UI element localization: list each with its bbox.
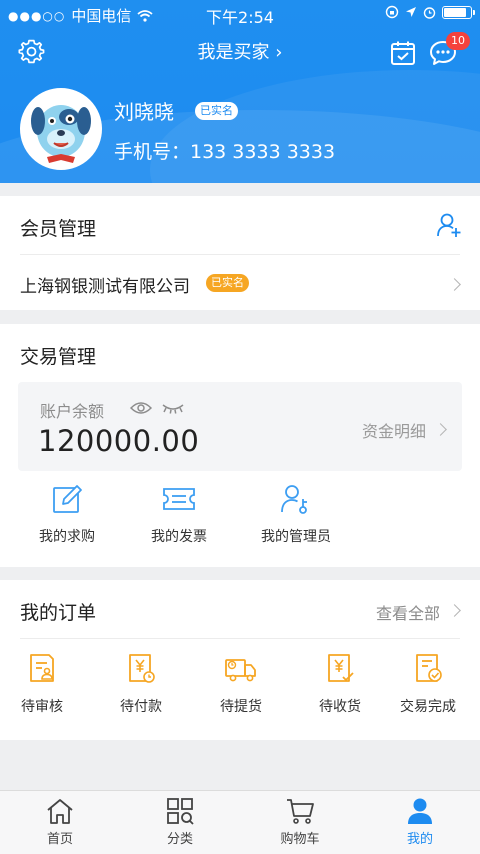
my-admin-button[interactable]: 我的管理员: [241, 482, 351, 546]
order-status-label: 交易完成: [400, 699, 456, 715]
alarm-icon: [423, 6, 436, 19]
tool-label: 我的管理员: [261, 529, 331, 545]
order-status-label: 待审核: [21, 699, 63, 715]
edit-icon: [53, 485, 82, 513]
tab-category[interactable]: 分类: [120, 797, 240, 847]
truck-icon: [225, 659, 256, 682]
yuan-doc-icon: [129, 654, 155, 683]
cart-icon: [287, 799, 314, 824]
rotation-lock-icon: [385, 5, 399, 19]
company-verified-badge: 已实名: [206, 274, 249, 292]
order-pending-pickup[interactable]: 待提货: [196, 652, 286, 716]
home-icon: [47, 799, 73, 824]
tool-label: 我的发票: [151, 529, 207, 545]
tab-cart[interactable]: 购物车: [240, 797, 360, 847]
avatar[interactable]: [20, 88, 102, 170]
verified-badge: 已实名: [195, 102, 238, 120]
eye-closed-icon[interactable]: [161, 403, 185, 415]
divider: [20, 254, 460, 255]
balance-label: 账户余额: [40, 402, 105, 421]
tab-label: 购物车: [280, 832, 320, 847]
order-completed[interactable]: 交易完成: [383, 652, 473, 716]
status-bar: ●●●○○ 中国电信 下午2:54: [0, 0, 480, 28]
balance-amount: 120000.00: [38, 424, 200, 458]
chevron-right-icon[interactable]: [448, 604, 461, 617]
complete-doc-icon: [416, 654, 442, 682]
calendar-check-icon[interactable]: [390, 40, 416, 66]
view-all-orders-link[interactable]: 查看全部: [376, 600, 440, 624]
user-name: 刘晓晓: [114, 100, 174, 124]
bottom-tab-bar: 首页 分类 购物车 我的: [0, 790, 480, 854]
trade-management-card: 交易管理 账户余额 120000.00 资金明细 我的求购 我的发票 我的管理员: [0, 324, 480, 567]
review-doc-icon: [30, 654, 54, 682]
order-status-label: 待提货: [220, 699, 262, 715]
header-wave-decoration: [150, 70, 480, 183]
order-pending-payment[interactable]: 待付款: [96, 652, 186, 716]
order-status-label: 待收货: [319, 699, 361, 715]
trade-section-title: 交易管理: [20, 346, 97, 368]
receive-doc-icon: [328, 654, 354, 682]
order-pending-receipt[interactable]: 待收货: [295, 652, 385, 716]
orders-section-title: 我的订单: [20, 602, 97, 624]
order-status-label: 待付款: [120, 699, 162, 715]
chevron-right-icon[interactable]: [448, 278, 461, 291]
ticket-icon: [163, 488, 195, 510]
tab-profile[interactable]: 我的: [360, 797, 480, 847]
member-management-card: 会员管理 上海钢银测试有限公司 已实名: [0, 196, 480, 310]
user-key-icon: [281, 485, 307, 514]
eye-icon[interactable]: [130, 401, 152, 415]
chevron-right-icon[interactable]: [434, 423, 447, 436]
fund-detail-link[interactable]: 资金明细: [362, 418, 426, 442]
top-nav: 我是买家 › 10: [0, 30, 480, 74]
my-orders-card: 我的订单 查看全部 待审核 待付款 待提货 待收货 交易完成: [0, 580, 480, 740]
battery-icon: [442, 5, 475, 19]
company-name[interactable]: 上海钢银测试有限公司: [20, 272, 190, 297]
tab-label: 分类: [166, 832, 193, 847]
dog-mascot-avatar: [23, 91, 99, 167]
member-section-title: 会员管理: [20, 218, 97, 240]
add-user-icon[interactable]: [436, 212, 462, 238]
category-icon: [167, 798, 194, 825]
message-count-badge: 10: [446, 32, 470, 50]
profile-header: ●●●○○ 中国电信 下午2:54 我是买家 › 10 刘晓晓 已实名 手机号：…: [0, 0, 480, 183]
tool-label: 我的求购: [39, 529, 95, 545]
my-invoice-button[interactable]: 我的发票: [124, 482, 234, 546]
my-purchase-button[interactable]: 我的求购: [12, 482, 122, 546]
tab-label: 我的: [406, 832, 433, 847]
tab-label: 首页: [46, 832, 73, 847]
phone-number: 手机号：133 3333 3333: [114, 141, 336, 163]
tab-home[interactable]: 首页: [0, 797, 120, 847]
order-pending-review[interactable]: 待审核: [0, 652, 87, 716]
divider: [20, 638, 460, 639]
account-balance-panel: 账户余额 120000.00 资金明细: [18, 382, 462, 471]
location-arrow-icon: [406, 7, 416, 17]
profile-icon: [408, 798, 432, 824]
